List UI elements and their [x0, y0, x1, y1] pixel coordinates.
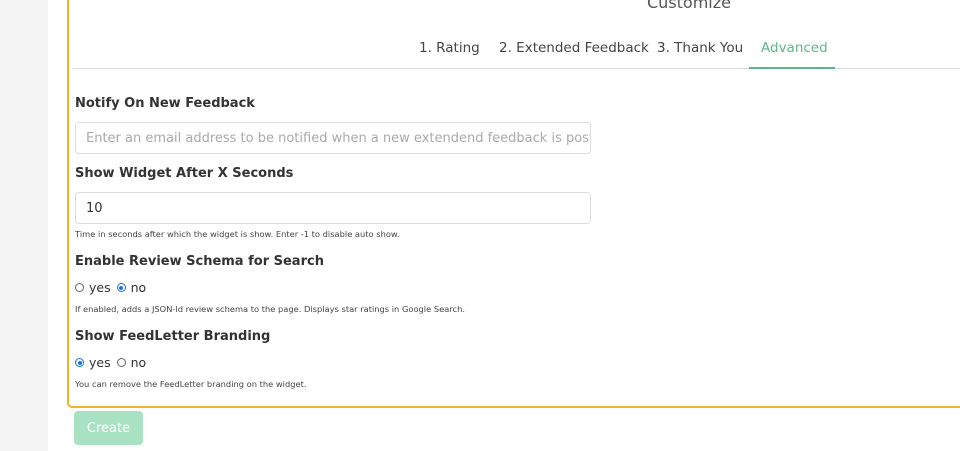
- branding-no-label[interactable]: no: [131, 355, 147, 370]
- branding-yes-label[interactable]: yes: [89, 355, 111, 370]
- notify-label: Notify On New Feedback: [75, 96, 255, 111]
- review-schema-help: If enabled, adds a JSON-ld review schema…: [75, 304, 465, 314]
- branding-label: Show FeedLetter Branding: [75, 329, 271, 344]
- review-schema-no-radio[interactable]: [116, 283, 126, 292]
- branding-no-radio[interactable]: [116, 358, 126, 367]
- review-schema-options: yes no: [75, 280, 152, 295]
- review-schema-yes-label[interactable]: yes: [89, 280, 111, 295]
- tab-extended-feedback[interactable]: 2. Extended Feedback: [499, 40, 649, 56]
- branding-help: You can remove the FeedLetter branding o…: [75, 379, 307, 389]
- create-button[interactable]: Create: [74, 411, 143, 445]
- tab-rating[interactable]: 1. Rating: [419, 40, 480, 56]
- branding-yes-radio[interactable]: [75, 358, 84, 367]
- branding-options: yes no: [75, 355, 152, 370]
- show-after-seconds-input[interactable]: [75, 192, 591, 224]
- left-gutter: [0, 0, 48, 451]
- show-after-label: Show Widget After X Seconds: [75, 166, 294, 181]
- page-title: Customize: [647, 0, 731, 12]
- review-schema-label: Enable Review Schema for Search: [75, 254, 324, 269]
- tab-advanced[interactable]: Advanced: [761, 40, 828, 56]
- tab-thank-you[interactable]: 3. Thank You: [657, 40, 743, 56]
- review-schema-no-label[interactable]: no: [131, 280, 147, 295]
- notify-email-input[interactable]: [75, 122, 591, 154]
- tab-bar: 1. Rating 2. Extended Feedback 3. Thank …: [73, 30, 960, 69]
- review-schema-yes-radio[interactable]: [75, 283, 84, 292]
- show-after-help: Time in seconds after which the widget i…: [75, 229, 400, 239]
- active-tab-indicator: [749, 67, 835, 69]
- customize-panel: Customize 1. Rating 2. Extended Feedback…: [67, 0, 960, 408]
